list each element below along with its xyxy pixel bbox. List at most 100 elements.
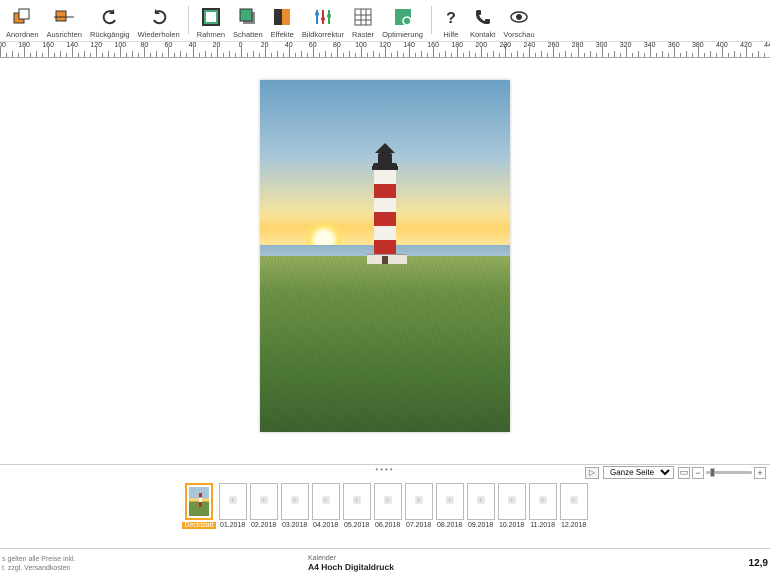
- arrange-icon: [11, 6, 33, 28]
- eye-icon: [508, 6, 530, 28]
- month-label: 09.2018: [468, 522, 493, 529]
- ruler-number: 320: [620, 42, 632, 49]
- ruler-number: 340: [644, 42, 656, 49]
- month-thumb[interactable]: [312, 483, 340, 520]
- toolbar-separator: [431, 6, 432, 34]
- month-thumb[interactable]: [560, 483, 588, 520]
- toolbar-label: Anordnen: [6, 30, 39, 39]
- month-slot: 03.2018: [281, 483, 309, 529]
- shadow-icon: [237, 6, 259, 28]
- schatten-button[interactable]: Schatten: [229, 6, 267, 39]
- toolbar-label: Ausrichten: [47, 30, 82, 39]
- toolbar-label: Optimierung: [382, 30, 423, 39]
- toolbar-label: Rückgängig: [90, 30, 130, 39]
- horizontal-ruler: 2001801601401201008060402002040608010012…: [0, 42, 770, 58]
- month-slot: 09.2018: [467, 483, 495, 529]
- ruler-number: 160: [42, 42, 54, 49]
- toolbar-separator: [188, 6, 189, 34]
- grid-icon: [352, 6, 374, 28]
- toolbar-label: Rahmen: [197, 30, 225, 39]
- ruler-number: 80: [333, 42, 341, 49]
- month-thumb[interactable]: [281, 483, 309, 520]
- ruler-number: 20: [261, 42, 269, 49]
- ruler-number: 200: [475, 42, 487, 49]
- month-label: Deckblatt: [182, 522, 215, 529]
- hilfe-button[interactable]: ?Hilfe: [436, 6, 466, 39]
- ruler-number: 160: [427, 42, 439, 49]
- month-label: 11.2018: [530, 522, 555, 529]
- month-label: 02.2018: [251, 522, 276, 529]
- main-toolbar: Anordnen Ausrichten Rückgängig Wiederholen R…: [0, 0, 770, 42]
- price-label: 12,9: [749, 558, 770, 569]
- ruler-number: 40: [285, 42, 293, 49]
- month-slot: 12.2018: [560, 483, 588, 529]
- ruler-number: 140: [66, 42, 78, 49]
- raster-button[interactable]: Raster: [348, 6, 378, 39]
- zoom-out-icon[interactable]: −: [692, 467, 704, 479]
- legal-text: s gelten alle Preise inkl. t. zzgl. Vers…: [0, 555, 308, 573]
- zoom-select[interactable]: Ganze Seite: [603, 466, 674, 479]
- ausrichten-button[interactable]: Ausrichten: [43, 6, 86, 39]
- ruler-number: 420: [740, 42, 752, 49]
- month-thumb[interactable]: [405, 483, 433, 520]
- month-label: 10.2018: [499, 522, 524, 529]
- zoom-in-icon[interactable]: +: [754, 467, 766, 479]
- month-thumb[interactable]: [219, 483, 247, 520]
- ruler-number: 260: [548, 42, 560, 49]
- month-thumb[interactable]: [374, 483, 402, 520]
- ruler-number: 280: [572, 42, 584, 49]
- effekte-button[interactable]: Effekte: [267, 6, 298, 39]
- calendar-page[interactable]: [260, 80, 510, 432]
- optimize-icon: [392, 6, 414, 28]
- ruler-cursor-icon[interactable]: ▿: [503, 42, 508, 50]
- month-label: 06.2018: [375, 522, 400, 529]
- month-label: 12.2018: [561, 522, 586, 529]
- toolbar-label: Effekte: [271, 30, 294, 39]
- month-thumb[interactable]: [498, 483, 526, 520]
- lighthouse-graphic: [367, 143, 403, 273]
- wiederholen-button[interactable]: Wiederholen: [134, 6, 184, 39]
- vorschau-button[interactable]: Vorschau: [499, 6, 538, 39]
- align-icon: [53, 6, 75, 28]
- ruler-number: 180: [18, 42, 30, 49]
- month-label: 07.2018: [406, 522, 431, 529]
- ruler-number: 20: [213, 42, 221, 49]
- svg-text:?: ?: [446, 10, 456, 27]
- cover-thumb[interactable]: [185, 483, 213, 520]
- toolbar-label: Bildkorrektur: [302, 30, 344, 39]
- adjust-icon: [312, 6, 334, 28]
- ruler-number: 60: [165, 42, 173, 49]
- month-thumb[interactable]: [529, 483, 557, 520]
- month-thumb[interactable]: [250, 483, 278, 520]
- ruler-number: 0: [239, 42, 243, 49]
- month-thumb[interactable]: [467, 483, 495, 520]
- toolbar-label: Vorschau: [503, 30, 534, 39]
- bildkorrektur-button[interactable]: Bildkorrektur: [298, 6, 348, 39]
- kontakt-button[interactable]: Kontakt: [466, 6, 499, 39]
- zoom-fit-icon[interactable]: ▭: [678, 467, 690, 479]
- month-label: 05.2018: [344, 522, 369, 529]
- rahmen-button[interactable]: Rahmen: [193, 6, 229, 39]
- ruler-number: 200: [0, 42, 6, 49]
- optimierung-button[interactable]: Optimierung: [378, 6, 427, 39]
- toolbar-label: Kontakt: [470, 30, 495, 39]
- month-label: 01.2018: [220, 522, 245, 529]
- ruler-number: 400: [716, 42, 728, 49]
- month-thumb[interactable]: [436, 483, 464, 520]
- ruler-number: 80: [140, 42, 148, 49]
- page-filmstrip: Deckblatt01.201802.201803.201804.201805.…: [0, 480, 770, 540]
- frame-icon: [200, 6, 222, 28]
- rueckgaengig-button[interactable]: Rückgängig: [86, 6, 134, 39]
- zoom-slider[interactable]: [706, 471, 752, 474]
- ruler-number: 120: [90, 42, 102, 49]
- ruler-number: 100: [114, 42, 126, 49]
- product-info: Kalender A4 Hoch Digitaldruck: [308, 555, 749, 572]
- next-page-button[interactable]: ▷: [585, 467, 599, 479]
- month-thumb[interactable]: [343, 483, 371, 520]
- anordnen-button[interactable]: Anordnen: [2, 6, 43, 39]
- status-bar: s gelten alle Preise inkl. t. zzgl. Vers…: [0, 548, 770, 578]
- cover-image[interactable]: [260, 80, 510, 432]
- month-slot: 11.2018: [529, 483, 557, 529]
- month-slot: 07.2018: [405, 483, 433, 529]
- drag-handle-icon[interactable]: ••••: [375, 465, 394, 474]
